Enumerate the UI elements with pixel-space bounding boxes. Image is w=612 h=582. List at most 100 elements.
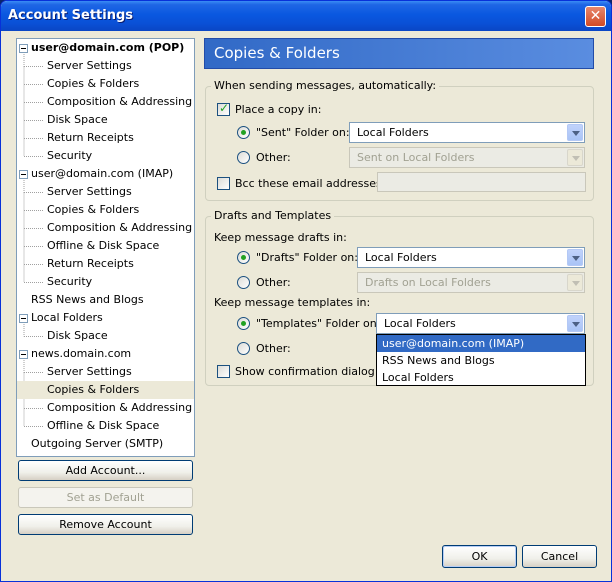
- close-icon[interactable]: ✕: [585, 6, 606, 27]
- tree-settings-item[interactable]: Disk Space: [17, 327, 194, 345]
- tree-settings-item[interactable]: Return Receipts: [17, 255, 194, 273]
- tree-account-item[interactable]: news.domain.com: [17, 345, 194, 363]
- tree-settings-item[interactable]: Copies & Folders: [17, 381, 194, 399]
- tree-item-label: Security: [47, 149, 93, 162]
- ok-button[interactable]: OK: [442, 545, 517, 568]
- title-bar[interactable]: Account Settings ✕: [1, 1, 611, 31]
- tree-item-label: Composition & Addressing: [47, 221, 193, 234]
- tree-item-label: news.domain.com: [31, 347, 132, 360]
- tree-settings-item[interactable]: Composition & Addressing: [17, 399, 194, 417]
- tree-settings-item[interactable]: Server Settings: [17, 57, 194, 75]
- tree-settings-item[interactable]: Server Settings: [17, 363, 194, 381]
- templates-folder-label: "Templates" Folder on:: [256, 317, 381, 330]
- set-default-button: Set as Default: [18, 487, 193, 508]
- tree-settings-item[interactable]: Composition & Addressing: [17, 219, 194, 237]
- sending-group-label: When sending messages, automatically:: [211, 79, 440, 92]
- chevron-down-icon[interactable]: [567, 249, 583, 266]
- cancel-button[interactable]: Cancel: [522, 545, 597, 568]
- tree-item-label: Offline & Disk Space: [47, 419, 160, 432]
- sent-folder-value: Local Folders: [357, 126, 429, 139]
- bcc-checkbox[interactable]: [217, 177, 230, 190]
- tree-settings-item[interactable]: Security: [17, 273, 194, 291]
- tree-settings-item[interactable]: Offline & Disk Space: [17, 237, 194, 255]
- add-account-label: Add Account...: [65, 464, 146, 477]
- dropdown-option[interactable]: RSS News and Blogs: [377, 352, 585, 369]
- set-default-label: Set as Default: [66, 491, 145, 504]
- tree-item-label: Copies & Folders: [47, 77, 140, 90]
- templates-folder-dropdown[interactable]: user@domain.com (IMAP) RSS News and Blog…: [376, 334, 586, 386]
- tree-settings-item[interactable]: Disk Space: [17, 111, 194, 129]
- tree-item-label: Copies & Folders: [47, 383, 140, 396]
- window-title: Account Settings: [8, 8, 134, 23]
- tree-settings-item[interactable]: Copies & Folders: [17, 75, 194, 93]
- tree-item-label: Return Receipts: [47, 257, 134, 270]
- place-copy-label: Place a copy in:: [235, 103, 322, 116]
- tree-settings-item[interactable]: Copies & Folders: [17, 201, 194, 219]
- tree-item-label: Outgoing Server (SMTP): [31, 437, 164, 450]
- tree-item-label: Composition & Addressing: [47, 401, 193, 414]
- tree-item-label: RSS News and Blogs: [31, 293, 144, 306]
- tree-account-item[interactable]: RSS News and Blogs: [17, 291, 194, 309]
- account-tree[interactable]: user@domain.com (POP) Server Settings Copi…: [16, 38, 195, 457]
- drafts-folder-value: Local Folders: [365, 251, 437, 264]
- tree-item-label: Disk Space: [47, 329, 108, 342]
- drafts-other-label: Other:: [256, 276, 291, 289]
- templates-folder-radio[interactable]: [237, 317, 250, 330]
- tree-item-label: Server Settings: [47, 365, 132, 378]
- account-settings-window: Account Settings ✕ user@domain.com (POP)…: [0, 0, 612, 582]
- collapse-icon[interactable]: [19, 314, 28, 323]
- tree-settings-item[interactable]: Security: [17, 147, 194, 165]
- sent-other-select: Sent on Local Folders: [349, 147, 585, 168]
- confirm-dialog-checkbox[interactable]: [217, 365, 230, 378]
- dropdown-option[interactable]: Local Folders: [377, 369, 585, 386]
- templates-other-radio[interactable]: [237, 342, 250, 355]
- drafts-folder-select[interactable]: Local Folders: [357, 247, 585, 268]
- tree-settings-item[interactable]: Return Receipts: [17, 129, 194, 147]
- tree-item-label: Disk Space: [47, 113, 108, 126]
- tree-settings-item[interactable]: Composition & Addressing: [17, 93, 194, 111]
- sent-other-radio[interactable]: [237, 151, 250, 164]
- tree-item-label: Server Settings: [47, 185, 132, 198]
- tree-account-item[interactable]: user@domain.com (POP): [17, 39, 194, 57]
- drafts-other-select: Drafts on Local Folders: [357, 272, 585, 293]
- bcc-label: Bcc these email addresses:: [235, 177, 386, 190]
- bcc-input: [377, 172, 586, 192]
- tree-item-label: user@domain.com (IMAP): [31, 167, 174, 180]
- drafts-group-label: Drafts and Templates: [211, 209, 335, 222]
- sent-folder-radio[interactable]: [237, 126, 250, 139]
- chevron-down-icon[interactable]: [567, 315, 583, 332]
- remove-account-button[interactable]: Remove Account: [18, 514, 193, 535]
- keep-templates-label: Keep message templates in:: [214, 296, 371, 309]
- chevron-down-icon: [567, 274, 583, 291]
- place-copy-checkbox[interactable]: [217, 101, 230, 116]
- chevron-down-icon: [567, 149, 583, 166]
- templates-folder-select[interactable]: Local Folders: [376, 313, 585, 334]
- tree-item-label: Offline & Disk Space: [47, 239, 160, 252]
- templates-other-label: Other:: [256, 342, 291, 355]
- drafts-other-radio[interactable]: [237, 276, 250, 289]
- chevron-down-icon[interactable]: [567, 124, 583, 141]
- tree-settings-item[interactable]: Offline & Disk Space: [17, 417, 194, 435]
- templates-folder-value: Local Folders: [384, 317, 456, 330]
- collapse-icon[interactable]: [19, 350, 28, 359]
- tree-item-label: Composition & Addressing: [47, 95, 193, 108]
- tree-account-item[interactable]: user@domain.com (IMAP): [17, 165, 194, 183]
- tree-account-item[interactable]: Local Folders: [17, 309, 194, 327]
- tree-item-label: Security: [47, 275, 93, 288]
- add-account-button[interactable]: Add Account...: [18, 460, 193, 481]
- sent-folder-label: "Sent" Folder on:: [256, 126, 350, 139]
- tree-item-label: Server Settings: [47, 59, 132, 72]
- dropdown-option[interactable]: user@domain.com (IMAP): [377, 335, 585, 352]
- remove-account-label: Remove Account: [59, 518, 152, 531]
- collapse-icon[interactable]: [19, 44, 28, 53]
- drafts-folder-label: "Drafts" Folder on:: [256, 251, 358, 264]
- tree-settings-item[interactable]: Server Settings: [17, 183, 194, 201]
- tree-item-label: Return Receipts: [47, 131, 134, 144]
- collapse-icon[interactable]: [19, 170, 28, 179]
- ok-label: OK: [471, 550, 488, 563]
- tree-account-item[interactable]: Outgoing Server (SMTP): [17, 435, 194, 453]
- sent-other-value: Sent on Local Folders: [357, 151, 475, 164]
- sent-folder-select[interactable]: Local Folders: [349, 122, 585, 143]
- tree-item-label: Copies & Folders: [47, 203, 140, 216]
- drafts-folder-radio[interactable]: [237, 251, 250, 264]
